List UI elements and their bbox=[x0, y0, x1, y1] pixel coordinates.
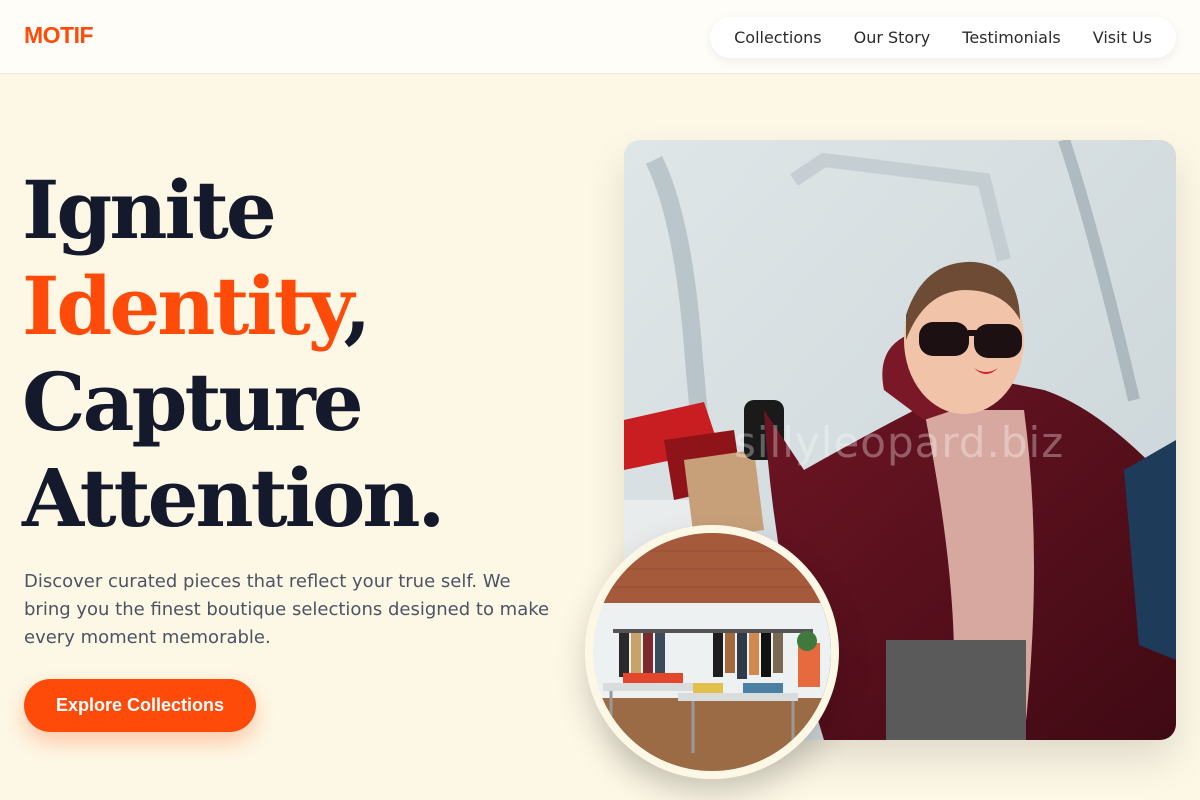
nav-link-testimonials[interactable]: Testimonials bbox=[962, 28, 1061, 47]
headline-comma: , bbox=[343, 259, 372, 353]
boutique-interior-photo bbox=[585, 525, 839, 779]
nav-link-collections[interactable]: Collections bbox=[734, 28, 821, 47]
boutique-photo-illustration bbox=[593, 533, 831, 771]
explore-collections-button[interactable]: Explore Collections bbox=[24, 679, 256, 732]
watermark-text: sillyleopard.biz bbox=[734, 418, 1065, 467]
headline-accent-word: Identity bbox=[22, 259, 347, 353]
brand-logo[interactable]: MOTIF bbox=[24, 22, 94, 49]
nav-link-visit-us[interactable]: Visit Us bbox=[1093, 28, 1152, 47]
headline-line-3: Capture bbox=[22, 355, 364, 449]
site-header: MOTIF Collections Our Story Testimonials… bbox=[0, 0, 1200, 74]
nav-link-our-story[interactable]: Our Story bbox=[854, 28, 931, 47]
hero-description: Discover curated pieces that reflect you… bbox=[24, 571, 550, 648]
headline-line-1: Ignite bbox=[22, 163, 277, 257]
hero-headline: Ignite Identity, Capture Attention. bbox=[22, 162, 445, 546]
headline-line-4: Attention. bbox=[22, 451, 445, 545]
main-nav: Collections Our Story Testimonials Visit… bbox=[710, 17, 1176, 58]
